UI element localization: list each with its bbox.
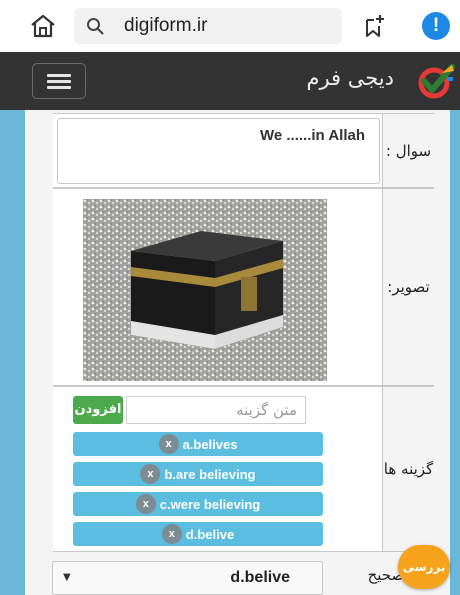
check-button[interactable]: بررسی xyxy=(398,545,450,589)
search-icon xyxy=(87,18,104,35)
question-text: We ......in Allah xyxy=(259,127,365,144)
option-chip[interactable]: x d.belive xyxy=(73,522,323,546)
question-row: We ......in Allah سوال : xyxy=(53,113,434,188)
option-chip[interactable]: x c.were believing xyxy=(73,492,323,516)
option-text: b.are believing xyxy=(164,466,256,482)
correct-answer-select[interactable]: ▼ d.belive xyxy=(52,561,323,595)
bookmark-add-icon[interactable] xyxy=(362,14,386,38)
menu-button[interactable] xyxy=(32,63,86,99)
question-image[interactable] xyxy=(83,199,327,381)
address-bar[interactable]: digiform.ir xyxy=(74,8,342,44)
question-textarea[interactable]: We ......in Allah xyxy=(57,118,380,184)
hamburger-icon xyxy=(47,80,71,83)
option-chip[interactable]: x b.are believing xyxy=(73,462,323,486)
alert-icon[interactable]: ! xyxy=(422,12,450,40)
options-cell: افزودن متن گزینه x a.belives x b.are bel… xyxy=(53,387,382,551)
brand-name[interactable]: دیجی فرم xyxy=(306,66,394,90)
question-label: سوال : xyxy=(382,114,434,187)
option-text: a.belives xyxy=(182,436,238,452)
chevron-down-icon: ▼ xyxy=(63,572,71,583)
image-row: تصویر: xyxy=(53,188,434,386)
remove-option-icon[interactable]: x xyxy=(161,524,182,544)
option-text-input[interactable]: متن گزینه xyxy=(126,396,306,424)
question-cell: We ......in Allah xyxy=(53,114,382,187)
app-header: دیجی فرم xyxy=(0,52,460,110)
options-label: گزینه ها xyxy=(382,387,434,551)
hamburger-icon xyxy=(47,86,71,89)
remove-option-icon[interactable]: x xyxy=(158,434,179,454)
kaaba-image xyxy=(83,199,327,381)
options-row: افزودن متن گزینه x a.belives x b.are bel… xyxy=(53,386,434,552)
url-text: digiform.ir xyxy=(124,15,208,36)
option-text: c.were believing xyxy=(159,496,261,512)
browser-toolbar: digiform.ir ! xyxy=(0,0,460,52)
remove-option-icon[interactable]: x xyxy=(140,464,161,484)
checkmark-logo-icon[interactable] xyxy=(412,61,456,101)
answer-row: ▼ d.belive پاسخ صحیح xyxy=(25,557,450,595)
option-input-placeholder: متن گزینه xyxy=(236,401,297,419)
page-frame: We ......in Allah سوال : تصویر: افزودن م… xyxy=(0,110,460,595)
selected-answer: d.belive xyxy=(230,569,290,586)
image-cell xyxy=(53,189,382,385)
option-text: d.belive xyxy=(185,526,235,542)
home-icon[interactable] xyxy=(30,14,56,38)
remove-option-icon[interactable]: x xyxy=(135,494,156,514)
add-option-button[interactable]: افزودن xyxy=(73,396,123,424)
image-label: تصویر: xyxy=(382,189,434,385)
option-chip[interactable]: x a.belives xyxy=(73,432,323,456)
form-panel: We ......in Allah سوال : تصویر: افزودن م… xyxy=(25,110,450,595)
hamburger-icon xyxy=(47,74,71,77)
